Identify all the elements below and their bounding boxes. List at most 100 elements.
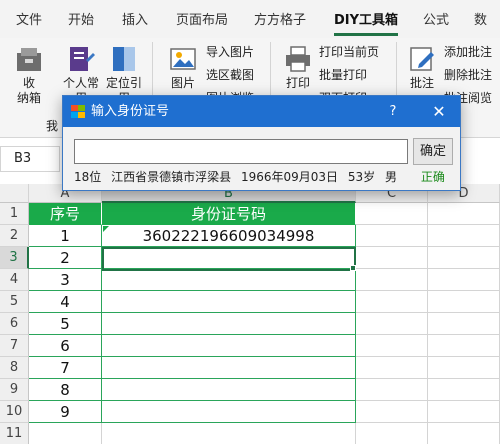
row-header[interactable]: 6 (0, 313, 29, 335)
picture-button[interactable]: 图片 (164, 44, 202, 91)
id-cell[interactable] (102, 269, 356, 291)
ok-button[interactable]: 确定 (413, 138, 453, 165)
select-all-corner[interactable] (0, 184, 29, 203)
id-cell[interactable] (102, 379, 356, 401)
row-header[interactable]: 10 (0, 401, 29, 423)
tab-insert[interactable]: 插入 (122, 10, 148, 32)
id-cell[interactable]: 360222196609034998 (102, 225, 356, 247)
add-comment-button[interactable]: 添加批注 (444, 44, 492, 60)
row-header[interactable]: 2 (0, 225, 29, 247)
grid-cell[interactable] (356, 401, 428, 423)
grid-cell[interactable] (356, 225, 428, 247)
grid-cell[interactable] (428, 357, 500, 379)
tab-formulas[interactable]: 公式 (423, 10, 449, 32)
grid-cell[interactable] (428, 291, 500, 313)
dialog-title: 输入身份证号 (91, 104, 170, 119)
printer-icon (286, 46, 310, 72)
seq-cell[interactable]: 2 (29, 247, 102, 269)
grid-cell[interactable] (356, 269, 428, 291)
grid-cell[interactable] (29, 423, 102, 444)
print-button[interactable]: 打印 (280, 44, 316, 91)
active-cell-border (102, 247, 356, 271)
personal-icon (70, 47, 95, 71)
grid-cell[interactable] (356, 379, 428, 401)
grid-cell[interactable] (428, 313, 500, 335)
row-header[interactable]: 5 (0, 291, 29, 313)
import-picture-button[interactable]: 导入图片 (206, 44, 254, 60)
store-box-label-2: 纳箱 (16, 91, 41, 105)
store-box-label-1: 收 (22, 76, 35, 90)
grid-cell[interactable] (428, 401, 500, 423)
seq-cell[interactable]: 9 (29, 401, 102, 423)
grid-cell[interactable] (428, 269, 500, 291)
tab-data-partial[interactable]: 数 (474, 10, 487, 32)
tab-home[interactable]: 开始 (68, 10, 94, 32)
seq-cell[interactable]: 8 (29, 379, 102, 401)
row-header[interactable]: 11 (0, 423, 29, 444)
row-header[interactable]: 4 (0, 269, 29, 291)
id-input-dialog: 输入身份证号 ? ✕ 确定 18位 江西省景德镇市浮梁县 1966年09月03日… (62, 95, 461, 191)
dialog-title-bar[interactable]: 输入身份证号 ? ✕ (63, 96, 460, 127)
id-cell[interactable] (102, 291, 356, 313)
info-length: 18位 (74, 170, 102, 184)
grid-cell[interactable] (428, 203, 500, 225)
personal-common-label-1: 个人常 (62, 76, 99, 90)
grid-cell[interactable] (356, 291, 428, 313)
grid-cell[interactable] (428, 379, 500, 401)
name-box[interactable]: B3 (0, 146, 60, 172)
tab-file[interactable]: 文件 (16, 10, 42, 32)
id-cell[interactable] (102, 357, 356, 379)
id-cell[interactable] (102, 335, 356, 357)
locate-icon (113, 47, 135, 71)
row-header[interactable]: 3 (0, 247, 29, 269)
batch-print-button[interactable]: 批量打印 (319, 67, 367, 83)
info-status: 正确 (420, 170, 445, 184)
cell-error-indicator (103, 226, 109, 232)
region-screenshot-button[interactable]: 选区截图 (206, 67, 254, 83)
row-header[interactable]: 7 (0, 335, 29, 357)
row-header[interactable]: 8 (0, 357, 29, 379)
help-button[interactable]: ? (383, 96, 403, 127)
info-region: 江西省景德镇市浮梁县 (111, 170, 232, 184)
seq-cell[interactable]: 5 (29, 313, 102, 335)
grid-cell[interactable] (356, 335, 428, 357)
grid-cell[interactable] (356, 247, 428, 269)
grid-cell[interactable] (102, 423, 356, 444)
delete-comment-button[interactable]: 删除批注 (444, 67, 492, 83)
grid-cell[interactable] (428, 247, 500, 269)
row-header[interactable]: 1 (0, 203, 29, 225)
tab-diy-toolbox[interactable]: DIY工具箱 (334, 10, 399, 36)
id-cell[interactable] (102, 313, 356, 335)
store-box-button[interactable]: 收 纳箱 (10, 44, 48, 106)
grid-cell[interactable] (356, 203, 428, 225)
id-number-input[interactable] (74, 139, 408, 164)
table-header-id[interactable]: 身份证号码 (102, 203, 356, 225)
worksheet-grid: A B C D 1 2 3 4 5 6 7 8 9 10 11 序号 身份证号码… (0, 184, 500, 444)
info-birth-date: 1966年09月03日 (240, 170, 339, 184)
seq-cell[interactable]: 1 (29, 225, 102, 247)
id-info-line: 18位 江西省景德镇市浮梁县 1966年09月03日 53岁 男 正确 (74, 169, 451, 185)
print-current-page-button[interactable]: 打印当前页 (319, 44, 379, 60)
grid-cell[interactable] (428, 335, 500, 357)
grid-cell[interactable] (428, 225, 500, 247)
seq-cell[interactable]: 3 (29, 269, 102, 291)
id-cell[interactable] (102, 401, 356, 423)
close-icon[interactable]: ✕ (421, 96, 457, 127)
row-header[interactable]: 9 (0, 379, 29, 401)
comment-label: 批注 (409, 76, 434, 90)
grid-cell[interactable] (356, 357, 428, 379)
picture-label: 图片 (170, 76, 195, 90)
fill-handle[interactable] (350, 265, 356, 271)
seq-cell[interactable]: 6 (29, 335, 102, 357)
grid-cell[interactable] (428, 423, 500, 444)
tab-fangfang[interactable]: 方方格子 (254, 10, 306, 32)
picture-icon (170, 48, 196, 70)
comment-button[interactable]: 批注 (404, 44, 440, 91)
table-header-seq[interactable]: 序号 (29, 203, 102, 225)
tab-page-layout[interactable]: 页面布局 (176, 10, 228, 32)
grid-cell[interactable] (356, 313, 428, 335)
grid-cell[interactable] (356, 423, 428, 444)
seq-cell[interactable]: 7 (29, 357, 102, 379)
ribbon-tab-bar: 文件 开始 插入 页面布局 方方格子 DIY工具箱 公式 数 (0, 0, 500, 38)
seq-cell[interactable]: 4 (29, 291, 102, 313)
